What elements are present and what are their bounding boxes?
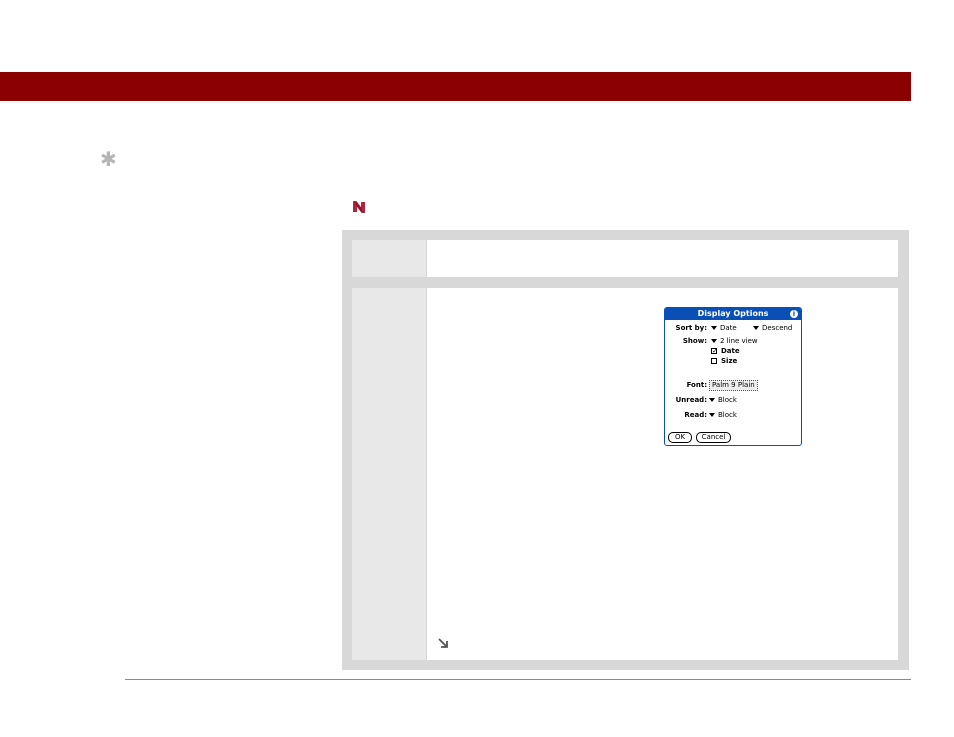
- date-checkbox[interactable]: ✓: [711, 348, 718, 355]
- sort-order-select[interactable]: Descend: [753, 323, 792, 333]
- cancel-button[interactable]: Cancel: [696, 432, 731, 443]
- read-label: Read:: [684, 411, 707, 419]
- ok-button[interactable]: OK: [668, 432, 692, 443]
- show-value: 2 line view: [720, 337, 758, 345]
- header-bar: [0, 72, 911, 101]
- step-2-number-cell: [352, 288, 426, 660]
- sort-order-value: Descend: [762, 324, 793, 332]
- dropdown-triangle-icon: [711, 326, 717, 330]
- sort-by-value: Date: [720, 324, 737, 332]
- display-options-dialog: Display Options i Sort by: Date Descend …: [664, 307, 802, 446]
- sort-by-select[interactable]: Date: [711, 323, 737, 333]
- unread-value: Block: [718, 396, 737, 404]
- bottom-divider: [125, 679, 911, 680]
- sort-by-label: Sort by:: [675, 324, 707, 332]
- date-checkbox-label: Date: [721, 347, 740, 355]
- unread-select[interactable]: Block: [709, 395, 737, 405]
- asterisk-icon: ✱: [100, 147, 117, 171]
- show-label: Show:: [682, 337, 707, 345]
- unread-label: Unread:: [675, 396, 707, 404]
- steps-table: [342, 230, 909, 670]
- size-checkbox-label: Size: [721, 357, 738, 365]
- dropdown-triangle-icon: [709, 413, 715, 417]
- font-selector[interactable]: Palm 9 Plain: [709, 380, 758, 391]
- size-checkbox[interactable]: [711, 358, 717, 364]
- step-2-content: [427, 288, 898, 660]
- note-icon: [353, 201, 365, 213]
- read-value: Block: [718, 411, 737, 419]
- show-select[interactable]: 2 line view: [711, 336, 758, 346]
- dropdown-triangle-icon: [711, 339, 717, 343]
- font-label: Font:: [686, 381, 707, 389]
- info-icon[interactable]: i: [790, 310, 798, 318]
- step-1-number-cell: [352, 240, 426, 277]
- dropdown-triangle-icon: [709, 398, 715, 402]
- dropdown-triangle-icon: [753, 326, 759, 330]
- arrow-down-right-icon[interactable]: [437, 637, 449, 649]
- dialog-title: Display Options: [665, 308, 801, 320]
- step-1-content: [427, 240, 898, 277]
- read-select[interactable]: Block: [709, 410, 737, 420]
